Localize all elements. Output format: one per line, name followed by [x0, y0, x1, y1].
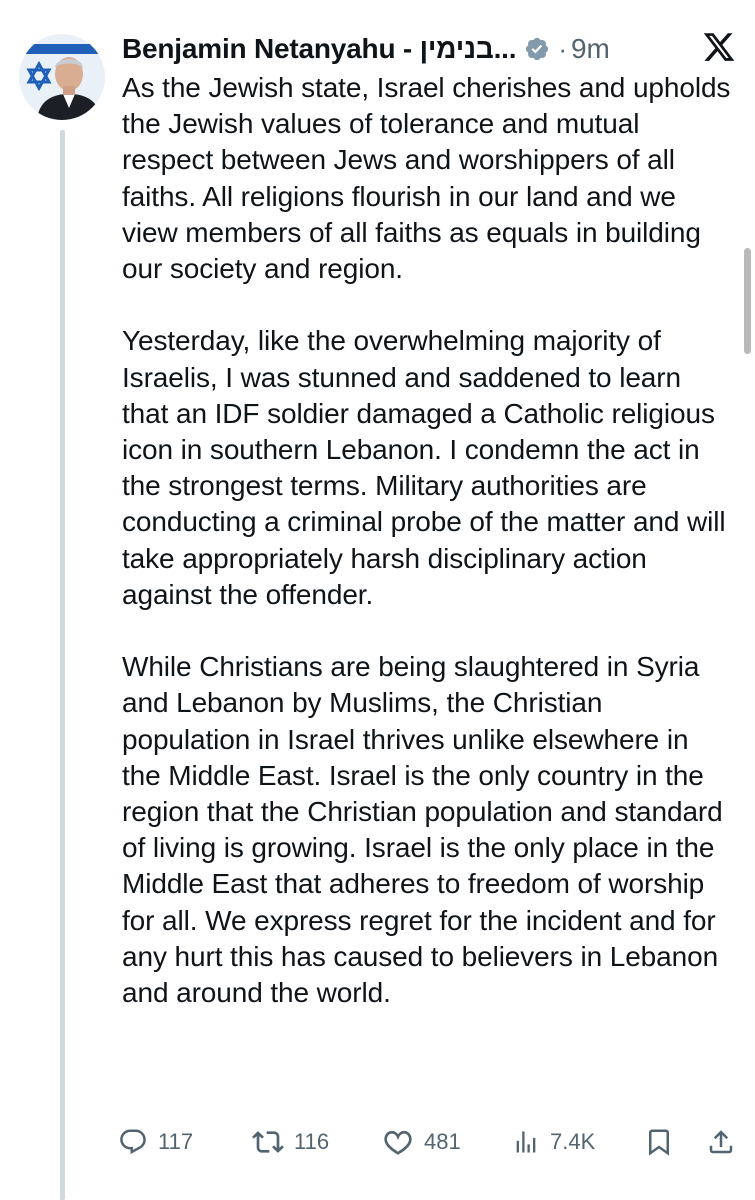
- separator-dot: ·: [558, 33, 567, 64]
- repost-count: 116: [294, 1129, 330, 1154]
- reply-icon: [118, 1127, 148, 1157]
- post-paragraph: As the Jewish state, Israel cherishes an…: [122, 72, 731, 285]
- post-paragraph: While Christians are being slaughtered i…: [122, 651, 723, 1009]
- verified-badge-icon: [524, 36, 550, 62]
- post-text: As the Jewish state, Israel cherishes an…: [122, 70, 734, 1011]
- scrollbar[interactable]: [744, 248, 751, 354]
- reply-count: 117: [158, 1129, 194, 1154]
- share-icon: [706, 1127, 736, 1157]
- action-bar: 117 116 481 7.4K: [118, 1122, 738, 1162]
- like-count: 481: [424, 1129, 461, 1154]
- like-button[interactable]: 481: [382, 1122, 461, 1162]
- post-paragraph: Yesterday, like the overwhelming majorit…: [122, 325, 726, 610]
- post-timestamp[interactable]: 9m: [571, 33, 610, 65]
- thread-line: [60, 130, 65, 1200]
- bookmark-button[interactable]: [644, 1122, 674, 1162]
- avatar[interactable]: [19, 34, 105, 120]
- bookmark-icon: [644, 1127, 674, 1157]
- views-button[interactable]: 7.4K: [512, 1122, 595, 1162]
- x-logo-icon[interactable]: [702, 30, 736, 64]
- author-name[interactable]: Benjamin Netanyahu - בנימין...: [122, 33, 517, 65]
- repost-button[interactable]: 116: [252, 1122, 329, 1162]
- views-count: 7.4K: [550, 1129, 596, 1154]
- views-icon: [512, 1127, 540, 1157]
- share-button[interactable]: [706, 1122, 736, 1162]
- repost-icon: [252, 1126, 284, 1158]
- reply-button[interactable]: 117: [118, 1122, 193, 1162]
- heart-icon: [382, 1126, 414, 1158]
- post-header: Benjamin Netanyahu - בנימין... · 9m: [122, 28, 610, 70]
